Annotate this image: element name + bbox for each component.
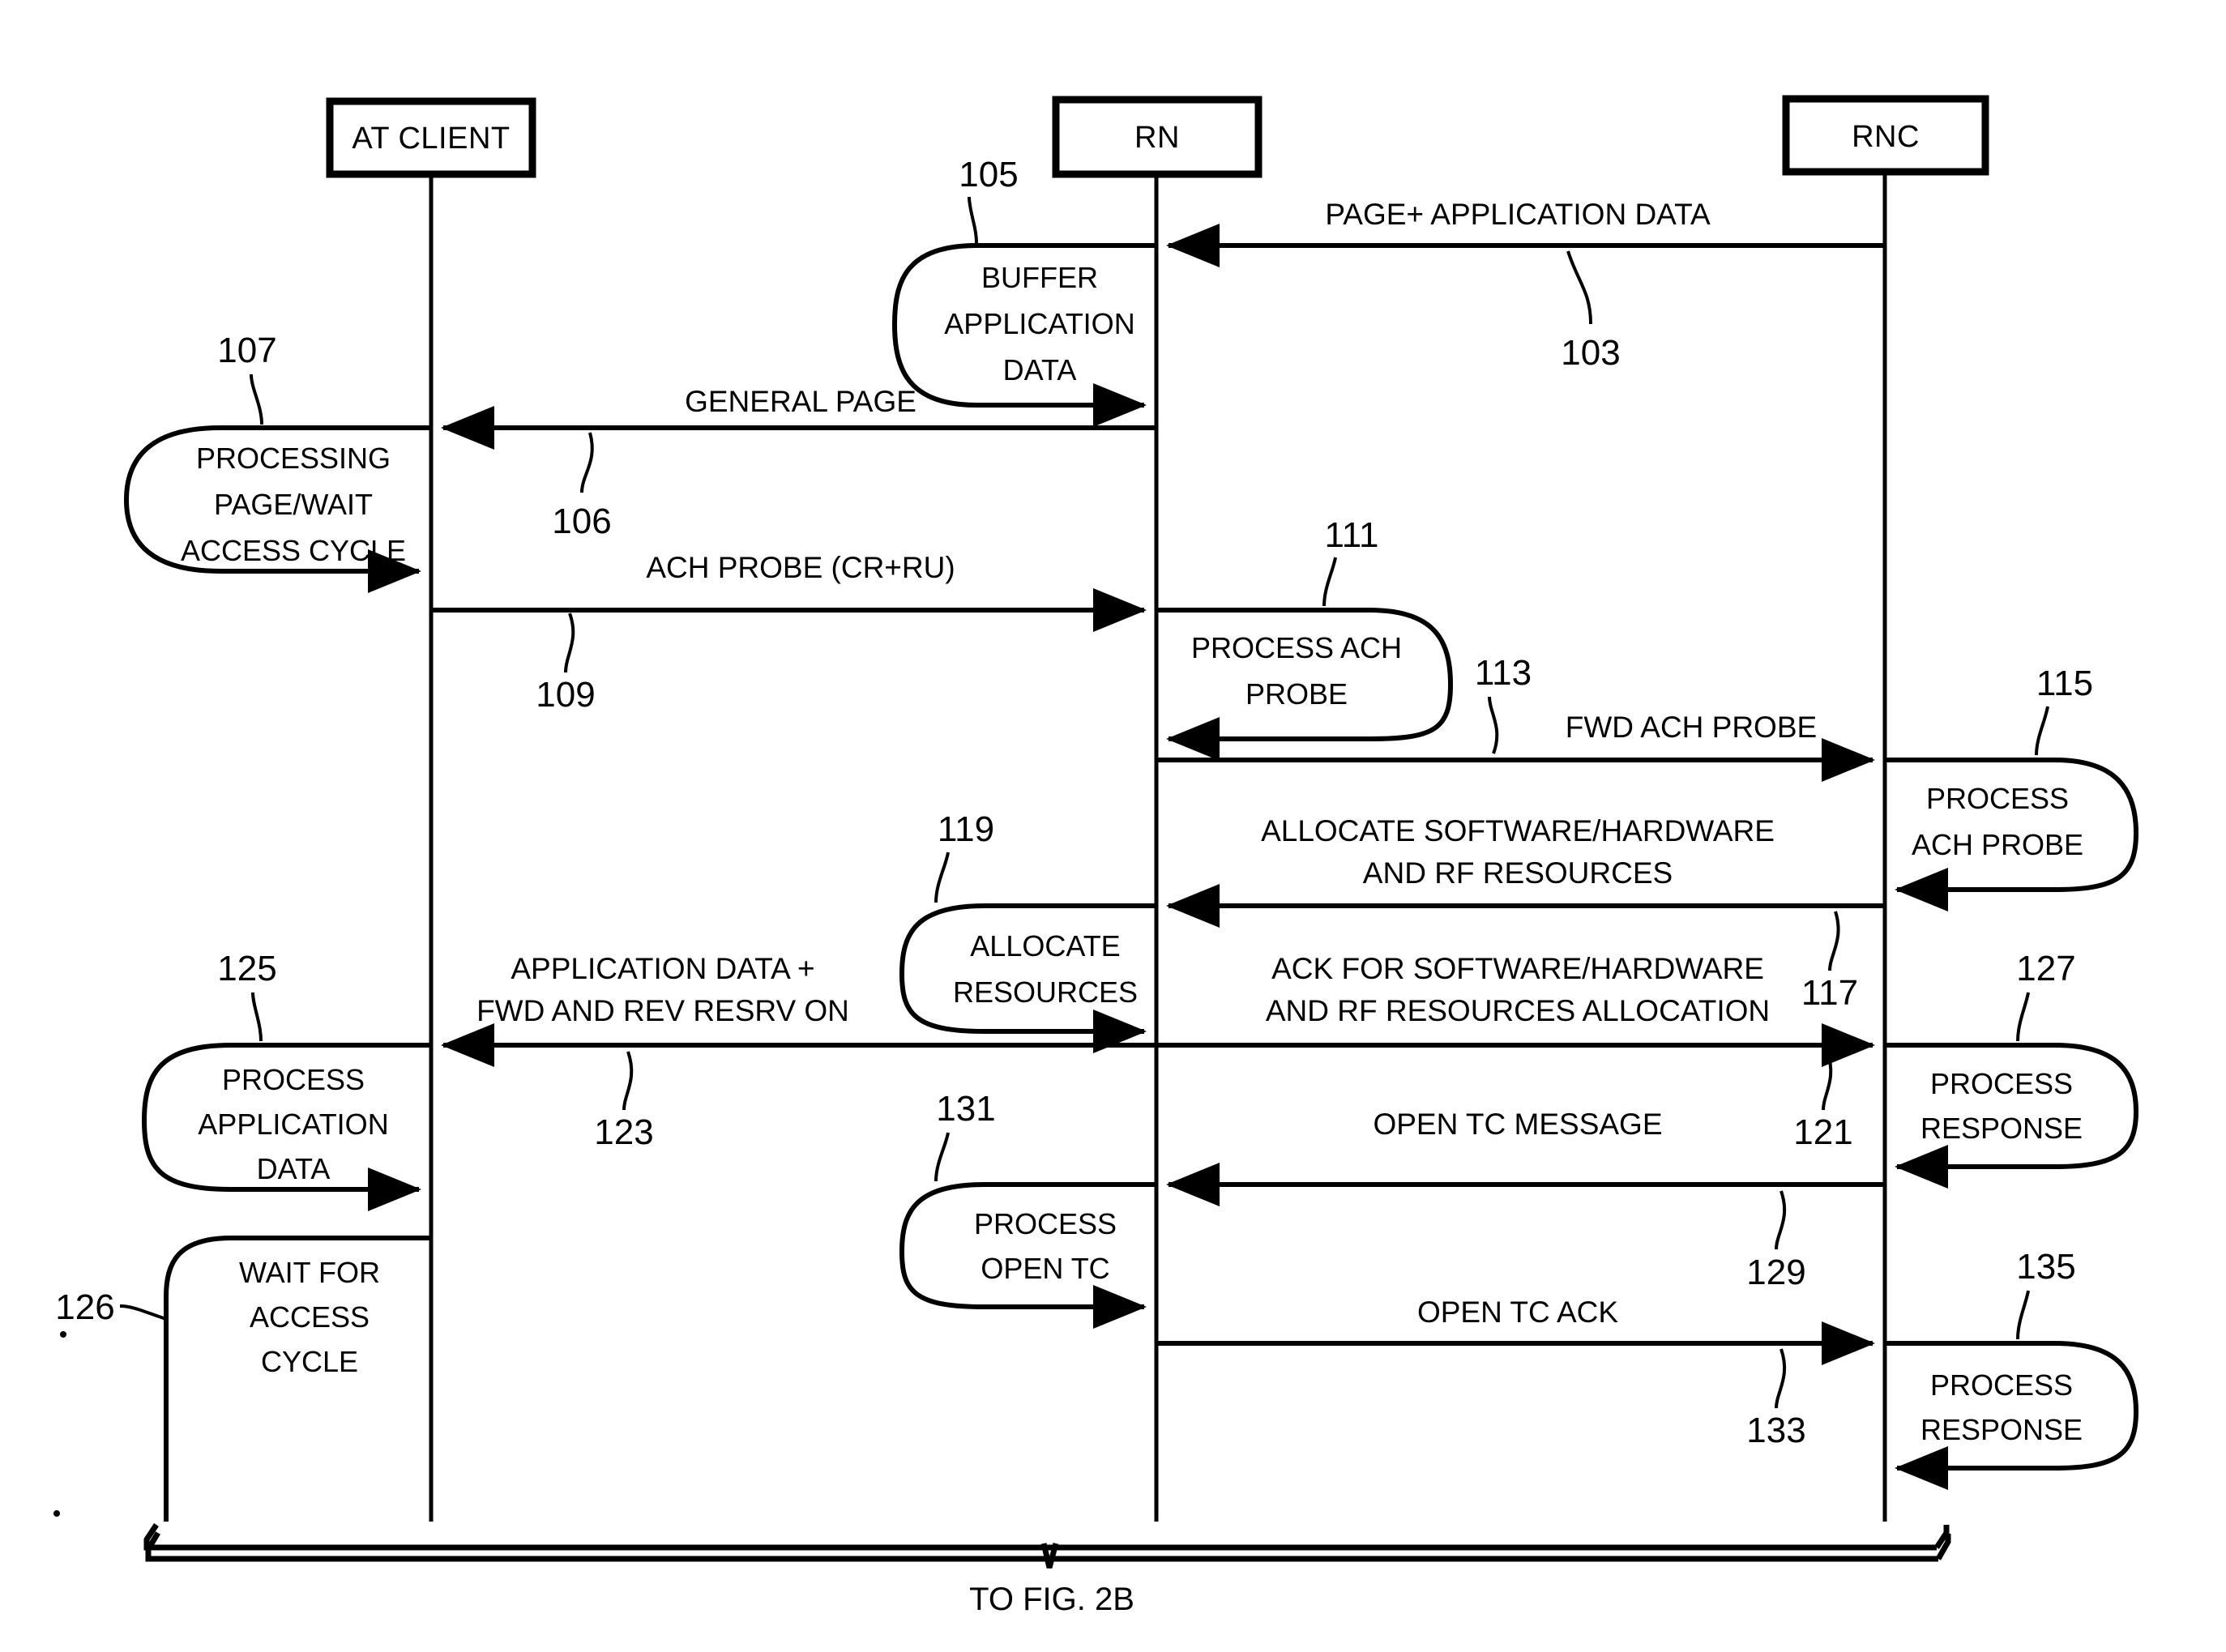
leader-109 — [564, 613, 575, 673]
leader-123 — [622, 1051, 634, 1111]
activity-label-process-response1-line1: PROCESS — [1930, 1067, 2073, 1100]
leader-131 — [934, 1132, 950, 1182]
ref-number-125: 125 — [217, 949, 276, 988]
ref-number-111: 111 — [1325, 515, 1379, 555]
actor-label-at-client: AT CLIENT — [352, 122, 510, 156]
message-label-ach-probe: ACH PROBE (CR+RU) — [646, 551, 955, 584]
leader-126 — [119, 1304, 167, 1321]
message-label-open-tc-message: OPEN TC MESSAGE — [1373, 1108, 1662, 1141]
activity-label-buffer-line1: BUFFER — [981, 261, 1098, 294]
leader-119 — [934, 852, 950, 903]
ref-number-115: 115 — [2036, 664, 2093, 703]
activity-label-wait-line2: ACCESS — [250, 1300, 370, 1334]
ref-number-117: 117 — [1801, 973, 1858, 1013]
ref-number-109: 109 — [536, 675, 595, 715]
activity-label-process-app-line2: APPLICATION — [198, 1108, 388, 1141]
ref-number-126: 126 — [55, 1287, 114, 1327]
leader-105 — [968, 196, 978, 244]
activity-loop-process-open-tc — [899, 1182, 1156, 1329]
message-label-open-tc-ack: OPEN TC ACK — [1417, 1296, 1618, 1329]
activity-label-process-ach-rn-line2: PROBE — [1245, 677, 1348, 711]
message-label-app-data-line1: APPLICATION DATA + — [511, 952, 814, 985]
activity-loop-allocate-resources — [899, 903, 1156, 1053]
message-label-allocate-res-line1: ALLOCATE SOFTWARE/HARDWARE — [1261, 814, 1775, 847]
leader-107 — [250, 374, 263, 425]
ref-number-129: 129 — [1746, 1253, 1805, 1292]
leader-135 — [2016, 1290, 2030, 1340]
activity-loop-process-response-2 — [1885, 1341, 2139, 1490]
activity-label-wait-line3: CYCLE — [261, 1345, 358, 1378]
activity-label-process-ach-rnc-line1: PROCESS — [1926, 782, 2069, 815]
leader-113 — [1488, 696, 1499, 754]
leader-103 — [1566, 250, 1592, 325]
activity-label-process-ach-rnc-line2: ACH PROBE — [1912, 828, 2083, 861]
activity-label-allocate-res-line2: RESOURCES — [953, 975, 1138, 1009]
message-label-general-page: GENERAL PAGE — [685, 385, 916, 418]
ref-number-127: 127 — [2016, 949, 2075, 988]
leader-115 — [2035, 706, 2049, 756]
activity-label-buffer-line3: DATA — [1003, 353, 1077, 386]
activity-label-buffer-line2: APPLICATION — [944, 307, 1134, 340]
activity-label-wait-line1: WAIT FOR — [239, 1256, 380, 1289]
actor-label-rnc: RNC — [1852, 120, 1920, 154]
activity-label-process-response2-line1: PROCESS — [1930, 1368, 2073, 1402]
activity-label-process-response2-line2: RESPONSE — [1921, 1413, 2083, 1446]
message-label-ack-res-line2: AND RF RESOURCES ALLOCATION — [1266, 994, 1770, 1027]
leader-117 — [1828, 911, 1840, 971]
actor-label-rn: RN — [1134, 121, 1180, 155]
ref-number-131: 131 — [936, 1089, 995, 1129]
ref-number-106: 106 — [552, 502, 611, 541]
message-label-ack-res-line1: ACK FOR SOFTWARE/HARDWARE — [1271, 952, 1764, 985]
activity-loop-process-response-1 — [1885, 1043, 2139, 1189]
message-label-app-data-line2: FWD AND REV RESRV ON — [476, 994, 849, 1027]
activity-label-process-ach-rn-line1: PROCESS ACH — [1191, 631, 1402, 664]
continuation-note: TO FIG. 2B — [969, 1582, 1134, 1617]
ref-number-133: 133 — [1746, 1411, 1805, 1450]
leader-106 — [580, 432, 594, 493]
activity-loop-process-ach-probe-rn — [1156, 608, 1454, 761]
leader-121 — [1822, 1051, 1833, 1111]
scan-speck-1 — [60, 1331, 66, 1338]
message-label-page-app-data: PAGE+ APPLICATION DATA — [1325, 198, 1711, 231]
activity-loop-process-ach-probe-rnc — [1885, 758, 2139, 911]
activity-label-process-open-tc-line2: OPEN TC — [981, 1252, 1109, 1285]
ref-number-119: 119 — [938, 809, 994, 849]
sequence-diagram: AT CLIENT RN RNC PAGE+ APPLICATION DATA … — [53, 95, 2139, 1617]
activity-label-allocate-res-line1: ALLOCATE — [970, 929, 1120, 963]
leader-129 — [1775, 1190, 1786, 1250]
activity-label-process-open-tc-line1: PROCESS — [974, 1207, 1117, 1240]
ref-number-105: 105 — [959, 155, 1018, 194]
ref-number-135: 135 — [2016, 1247, 2075, 1287]
activity-label-processing-line3: ACCESS CYCLE — [181, 534, 406, 567]
activity-label-processing-line1: PROCESSING — [196, 442, 391, 475]
activity-label-process-app-line1: PROCESS — [222, 1063, 365, 1096]
patent-figure-2a: AT CLIENT RN RNC PAGE+ APPLICATION DATA … — [0, 0, 2226, 1652]
ref-number-103: 103 — [1561, 333, 1620, 373]
ref-number-107: 107 — [217, 331, 276, 370]
message-label-allocate-res-line2: AND RF RESOURCES — [1363, 856, 1673, 890]
leader-127 — [2016, 992, 2030, 1042]
leader-133 — [1775, 1348, 1786, 1409]
ref-number-113: 113 — [1475, 653, 1532, 693]
scan-speck-2 — [53, 1510, 60, 1517]
leader-111 — [1322, 557, 1337, 607]
activity-label-processing-line2: PAGE/WAIT — [214, 488, 373, 521]
activity-label-process-response1-line2: RESPONSE — [1921, 1112, 2083, 1145]
leader-125 — [251, 992, 263, 1042]
ref-number-121: 121 — [1793, 1112, 1852, 1152]
message-label-fwd-ach-probe: FWD ACH PROBE — [1566, 711, 1817, 744]
ref-number-123: 123 — [594, 1112, 653, 1152]
activity-label-process-app-line3: DATA — [257, 1152, 331, 1185]
